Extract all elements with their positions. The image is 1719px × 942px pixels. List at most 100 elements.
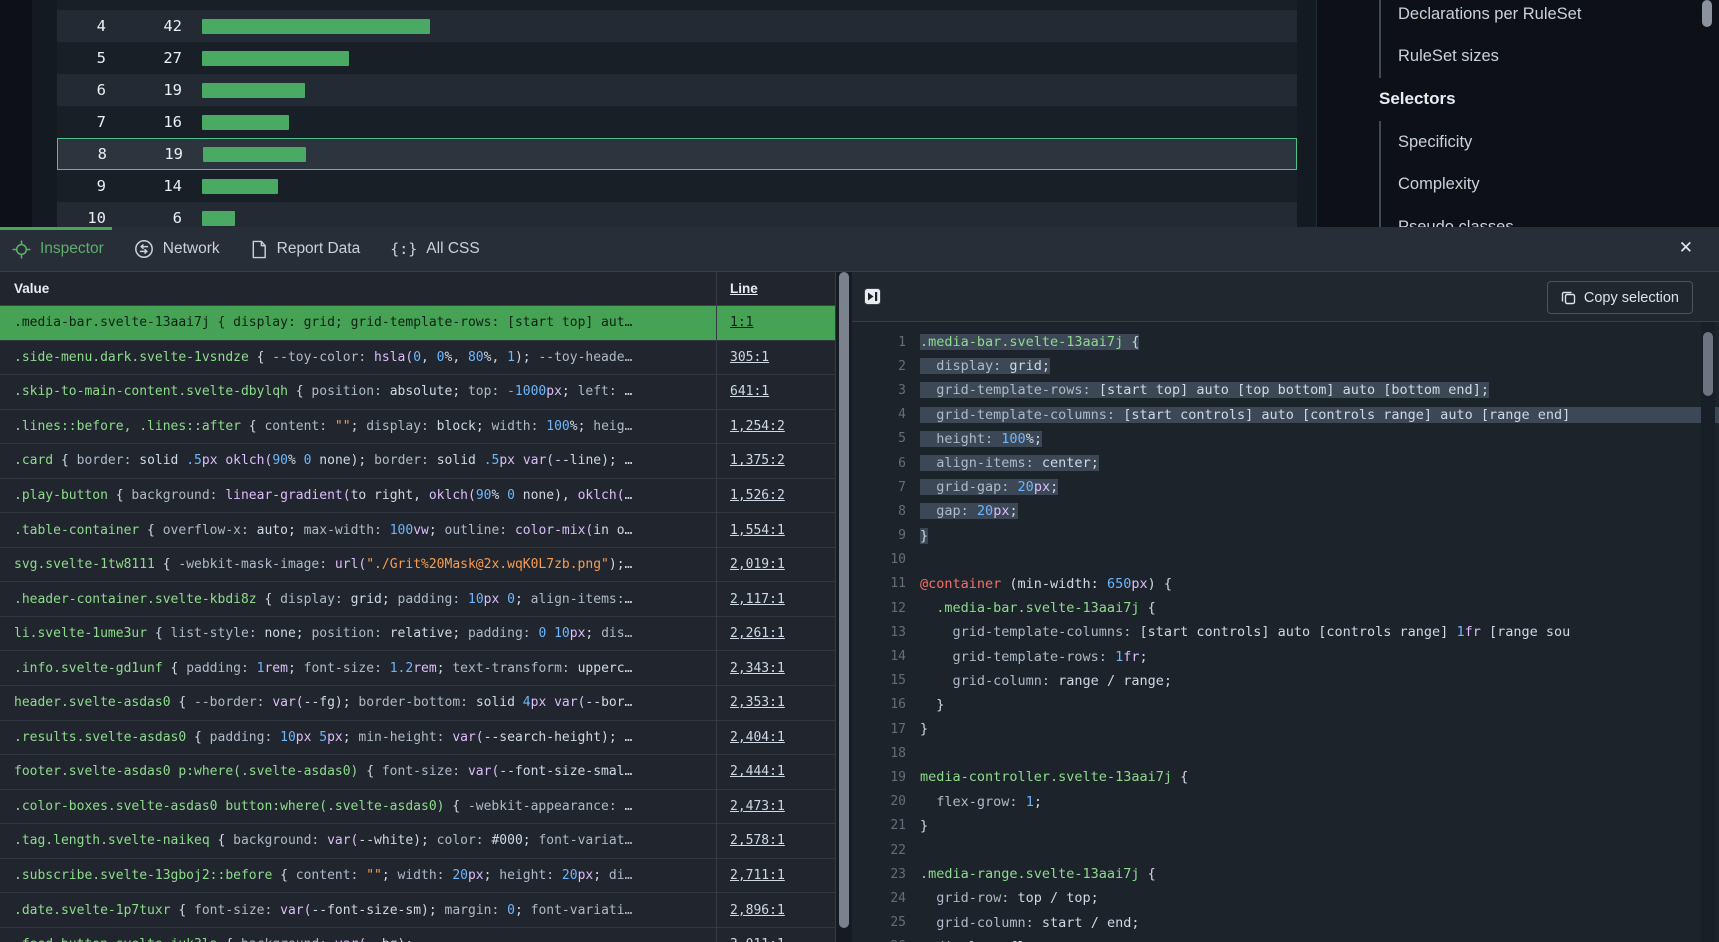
line-link[interactable]: 1,375:2 — [730, 453, 785, 468]
token-prop: width: — [398, 868, 445, 883]
chart-row[interactable]: 442 — [57, 10, 1297, 42]
row-rank-label: 4 — [57, 17, 106, 35]
table-row[interactable]: .media-bar.svelte-13aai7j { display: gri… — [0, 306, 835, 341]
token-num: 0 — [507, 488, 515, 503]
code-line: 24 grid-row: top / top; — [852, 886, 1719, 910]
token-plain: { — [1139, 866, 1155, 882]
token-plain: { — [249, 350, 272, 365]
table-row[interactable]: .play-button { background: linear-gradie… — [0, 479, 835, 514]
table-row[interactable]: .header-container.svelte-kbdi8z { displa… — [0, 582, 835, 617]
table-row[interactable]: header.svelte-asdas0 { --border: var(--f… — [0, 686, 835, 721]
line-link[interactable]: 641:1 — [730, 384, 769, 399]
line-number: 9 — [852, 528, 920, 543]
sidebar-item-complexity[interactable]: Complexity — [1398, 163, 1709, 206]
table-row[interactable]: .color-boxes.svelte-asdas0 button:where(… — [0, 790, 835, 825]
content-sidebar-divider — [1316, 0, 1317, 227]
sidebar-item-declarations-per-ruleset[interactable]: Declarations per RuleSet — [1398, 0, 1709, 36]
token-unit: px — [546, 384, 562, 399]
close-icon[interactable]: ✕ — [1679, 239, 1693, 256]
code-scrollbar-thumb[interactable] — [1703, 332, 1713, 396]
table-row[interactable]: svg.svelte-1tw8111 { -webkit-mask-image:… — [0, 548, 835, 583]
line-link[interactable]: 2,404:1 — [730, 730, 785, 745]
chart-row[interactable]: 914 — [57, 170, 1297, 202]
token-sel: media-controller.svelte-13aai7j — [920, 769, 1172, 785]
line-link[interactable]: 3,011:1 — [730, 937, 785, 942]
token-plain: %; — [1026, 431, 1042, 447]
line-link[interactable]: 2,896:1 — [730, 903, 785, 918]
token-num: 0 — [413, 350, 421, 365]
table-row[interactable]: .side-menu.dark.svelte-1vsndze { --toy-c… — [0, 341, 835, 376]
row-rank-label: 3 — [57, 0, 106, 3]
line-number: 3 — [852, 383, 920, 398]
token-prop: background: — [131, 488, 217, 503]
tab-report-data[interactable]: Report Data — [250, 240, 361, 259]
tab-network[interactable]: Network — [134, 239, 220, 259]
token-prop: font-size: — [382, 764, 460, 779]
row-bar — [202, 19, 430, 34]
line-cell: 2,261:1 — [730, 626, 785, 641]
line-link[interactable]: 2,019:1 — [730, 557, 785, 572]
line-number: 12 — [852, 601, 920, 616]
code-scrollbar[interactable] — [1701, 322, 1715, 942]
line-link[interactable]: 2,343:1 — [730, 661, 785, 676]
table-row[interactable]: .tag.length.svelte-naikeq { background: … — [0, 824, 835, 859]
line-link[interactable]: 2,711:1 — [730, 868, 785, 883]
line-link[interactable]: 2,444:1 — [730, 764, 785, 779]
panel-toggle-icon[interactable] — [864, 288, 881, 305]
token-prop: color: — [437, 833, 484, 848]
sidebar-item-pseudo-classes[interactable]: Pseudo classes — [1398, 206, 1709, 227]
token-plain: );… — [609, 557, 632, 572]
table-row[interactable]: .info.svelte-gd1unf { padding: 1rem; fon… — [0, 651, 835, 686]
table-row[interactable]: .feed-button.svelte-juk3la { background:… — [0, 928, 835, 942]
token-plain: top / top; — [1009, 890, 1098, 906]
chart-row[interactable]: 819 — [57, 138, 1297, 170]
table-row[interactable]: .skip-to-main-content.svelte-dbylqh { po… — [0, 375, 835, 410]
code-line-text: gap: 20px; — [920, 503, 1018, 519]
sidebar-item-ruleset-sizes[interactable]: RuleSet sizes — [1398, 36, 1709, 79]
table-row[interactable]: .date.svelte-1p7tuxr { font-size: var(--… — [0, 893, 835, 928]
line-cell: 305:1 — [730, 350, 769, 365]
document-icon — [250, 240, 268, 259]
table-row[interactable]: .lines::before, .lines::after { content:… — [0, 410, 835, 445]
table-row[interactable]: .results.svelte-asdas0 { padding: 10px 5… — [0, 721, 835, 756]
chart-row[interactable]: 3 — [57, 0, 1297, 10]
line-link[interactable]: 2,117:1 — [730, 592, 785, 607]
line-number: 7 — [852, 480, 920, 495]
line-link[interactable]: 2,473:1 — [730, 799, 785, 814]
copy-selection-button[interactable]: Copy selection — [1547, 281, 1693, 314]
token-plain: (min-width: — [1001, 576, 1107, 592]
table-scrollbar[interactable] — [835, 272, 852, 942]
tab-inspector[interactable]: Inspector — [12, 240, 104, 259]
token-unit: rem — [264, 661, 287, 676]
chart-row[interactable]: 716 — [57, 106, 1297, 138]
table-row[interactable]: .subscribe.svelte-13gboj2::before { cont… — [0, 859, 835, 894]
table-row[interactable]: .card { border: solid .5px oklch(90% 0 n… — [0, 444, 835, 479]
token-unit: vw — [413, 523, 429, 538]
line-link[interactable]: 2,578:1 — [730, 833, 785, 848]
table-scrollbar-thumb[interactable] — [839, 272, 849, 928]
sidebar-item-specificity[interactable]: Specificity — [1398, 121, 1709, 164]
table-row[interactable]: li.svelte-1ume3ur { list-style: none; po… — [0, 617, 835, 652]
table-row[interactable]: footer.svelte-asdas0 p:where(.svelte-asd… — [0, 755, 835, 790]
rule-value-cell: .subscribe.svelte-13gboj2::before { cont… — [0, 868, 716, 883]
line-link[interactable]: 1,254:2 — [730, 419, 785, 434]
table-row[interactable]: .table-container { overflow-x: auto; max… — [0, 513, 835, 548]
token-plain: solid — [468, 695, 523, 710]
tab-all-css[interactable]: {:}All CSS — [390, 240, 480, 258]
line-link[interactable]: 2,261:1 — [730, 626, 785, 641]
token-prop: height: — [499, 868, 554, 883]
line-link[interactable]: 305:1 — [730, 350, 769, 365]
code-line-text: } — [920, 697, 944, 713]
chart-row[interactable]: 106 — [57, 202, 1297, 227]
token-sel: .tag.length.svelte-naikeq — [14, 833, 210, 848]
line-link[interactable]: 2,353:1 — [730, 695, 785, 710]
line-column-header[interactable]: Line — [730, 281, 758, 296]
token-num: 1.2 — [390, 661, 413, 676]
line-link[interactable]: 1:1 — [730, 315, 753, 330]
token-sel: .results.svelte-asdas0 — [14, 730, 186, 745]
chart-row[interactable]: 619 — [57, 74, 1297, 106]
page-scrollbar-thumb[interactable] — [1702, 0, 1712, 27]
chart-row[interactable]: 527 — [57, 42, 1297, 74]
line-link[interactable]: 1,554:1 — [730, 523, 785, 538]
line-link[interactable]: 1,526:2 — [730, 488, 785, 503]
